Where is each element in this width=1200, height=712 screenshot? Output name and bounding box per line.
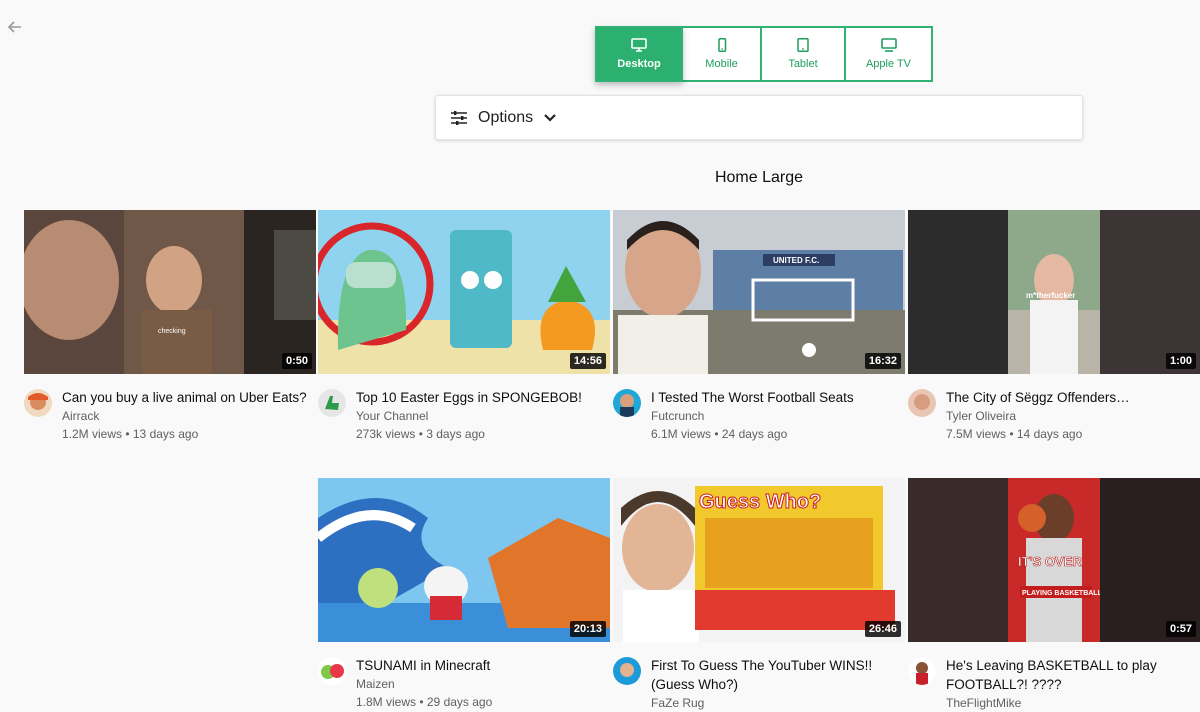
thumbnail-overlay-text: UNITED F.C. <box>773 256 819 265</box>
video-stats: 1.8M views • 29 days ago <box>356 695 493 709</box>
channel-avatar[interactable] <box>613 657 641 685</box>
duration-badge: 16:32 <box>864 353 901 369</box>
device-label: Mobile <box>705 58 738 70</box>
device-tab-apple-tv[interactable]: Apple TV <box>844 26 933 82</box>
thumbnail-image: checking <box>24 210 316 374</box>
duration-badge: 0:50 <box>281 353 312 369</box>
channel-name[interactable]: FaZe Rug <box>651 694 905 712</box>
video-title[interactable]: The City of Sëggz Offenders… <box>946 388 1130 407</box>
video-card[interactable]: m*therfucker 1:00 The City of Sëggz Offe… <box>908 210 1200 443</box>
duration-badge: 14:56 <box>569 353 606 369</box>
device-selector: Desktop Mobile Tablet Apple TV <box>595 26 933 82</box>
tv-icon <box>880 38 897 52</box>
video-title[interactable]: Top 10 Easter Eggs in SPONGEBOB! <box>356 388 582 407</box>
duration-badge: 26:46 <box>864 621 901 637</box>
video-title[interactable]: He's Leaving BASKETBALL to play FOOTBALL… <box>946 656 1200 694</box>
thumbnail-image <box>318 210 610 374</box>
duration-badge: 20:13 <box>569 621 606 637</box>
section-title: Home Large <box>714 169 804 186</box>
video-thumbnail[interactable]: Guess Who? 26:46 <box>613 478 905 642</box>
duration-badge: 0:57 <box>1165 621 1196 637</box>
video-thumbnail[interactable]: 20:13 <box>318 478 610 642</box>
video-card[interactable]: UNITED F.C. 16:32 I Tested The Worst Foo… <box>613 210 905 443</box>
channel-avatar[interactable] <box>318 657 346 685</box>
video-card[interactable]: 14:56 Top 10 Easter Eggs in SPONGEBOB! Y… <box>318 210 610 443</box>
channel-name[interactable]: Tyler Oliveira <box>946 407 1130 425</box>
video-stats: 7.5M views • 14 days ago <box>946 427 1083 441</box>
thumbnail-overlay-text: m*therfucker <box>1026 291 1075 300</box>
channel-name[interactable]: Futcrunch <box>651 407 854 425</box>
thumbnail-image <box>318 478 610 642</box>
channel-avatar[interactable] <box>24 389 52 417</box>
video-stats: 273k views • 3 days ago <box>356 427 485 441</box>
video-thumbnail[interactable]: 14:56 <box>318 210 610 374</box>
sliders-icon <box>451 110 467 125</box>
channel-name[interactable]: Maizen <box>356 675 492 693</box>
video-thumbnail[interactable]: m*therfucker 1:00 <box>908 210 1200 374</box>
video-card[interactable]: IT'S OVER PLAYING BASKETBALL 0:57 He's L… <box>908 478 1200 712</box>
thumbnail-image: Guess Who? <box>613 478 905 642</box>
options-dropdown[interactable]: Options <box>435 95 1083 140</box>
thumbnail-image: UNITED F.C. <box>613 210 905 374</box>
thumbnail-overlay-text: IT'S OVER <box>1018 554 1082 569</box>
device-label: Desktop <box>617 58 661 70</box>
back-arrow-icon[interactable] <box>6 18 24 36</box>
thumbnail-overlay-text: checking <box>158 328 186 335</box>
tablet-icon <box>797 38 809 52</box>
video-title[interactable]: I Tested The Worst Football Seats <box>651 388 854 407</box>
channel-name[interactable]: Your Channel <box>356 407 582 425</box>
thumbnail-overlay-subtext: PLAYING BASKETBALL <box>1022 590 1103 597</box>
video-card[interactable]: Guess Who? 26:46 First To Guess The YouT… <box>613 478 905 712</box>
device-tab-tablet[interactable]: Tablet <box>760 26 846 82</box>
thumbnail-image: IT'S OVER PLAYING BASKETBALL <box>908 478 1200 642</box>
channel-avatar[interactable] <box>908 657 936 685</box>
device-label: Tablet <box>788 58 818 70</box>
channel-name[interactable]: Airrack <box>62 407 307 425</box>
channel-avatar[interactable] <box>908 389 936 417</box>
video-title[interactable]: Can you buy a live animal on Uber Eats? <box>62 388 307 407</box>
video-stats: 1.2M views • 13 days ago <box>62 427 199 441</box>
channel-avatar[interactable] <box>318 389 346 417</box>
video-card[interactable]: 20:13 TSUNAMI in Minecraft Maizen 1.8M v… <box>318 478 610 711</box>
chevron-down-icon <box>544 113 556 122</box>
options-label: Options <box>478 108 534 126</box>
channel-name[interactable]: TheFlightMike <box>946 694 1200 712</box>
device-tab-mobile[interactable]: Mobile <box>681 26 762 82</box>
video-stats: 6.1M views • 24 days ago <box>651 427 788 441</box>
video-title[interactable]: First To Guess The YouTuber WINS!! (Gues… <box>651 656 905 694</box>
video-thumbnail[interactable]: checking 0:50 <box>24 210 316 374</box>
mobile-icon <box>717 38 726 52</box>
channel-avatar[interactable] <box>613 389 641 417</box>
video-thumbnail[interactable]: IT'S OVER PLAYING BASKETBALL 0:57 <box>908 478 1200 642</box>
device-label: Apple TV <box>865 58 912 70</box>
thumbnail-overlay-text: Guess Who? <box>699 491 821 513</box>
desktop-icon <box>631 38 647 52</box>
video-title[interactable]: TSUNAMI in Minecraft <box>356 656 492 675</box>
duration-badge: 1:00 <box>1165 353 1196 369</box>
video-thumbnail[interactable]: UNITED F.C. 16:32 <box>613 210 905 374</box>
thumbnail-image: m*therfucker <box>908 210 1200 374</box>
video-card[interactable]: checking 0:50 Can you buy a live animal … <box>24 210 316 443</box>
device-tab-desktop[interactable]: Desktop <box>595 26 683 82</box>
